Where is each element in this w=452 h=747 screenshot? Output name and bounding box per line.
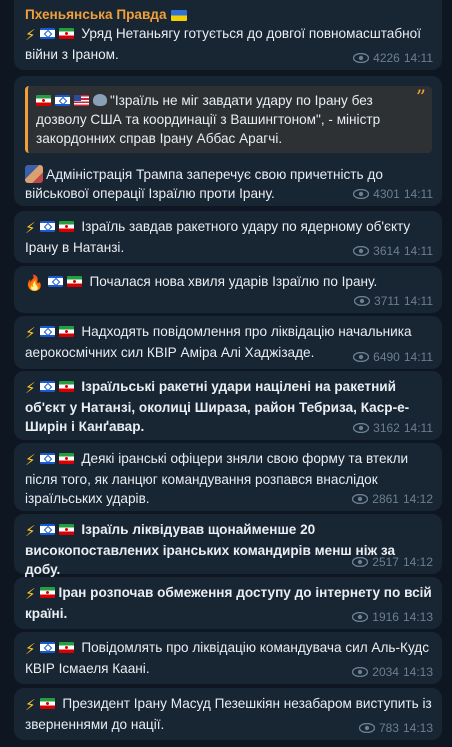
lightning-icon: ⚡ bbox=[25, 325, 36, 342]
israel-flag-icon bbox=[39, 28, 55, 39]
message-meta: 4226 14:11 bbox=[353, 51, 433, 65]
message-bubble[interactable]: 🔥 Почалася нова хвиля ударів Ізраїлю по … bbox=[14, 266, 442, 313]
message-meta: 2517 14:12 bbox=[352, 555, 433, 569]
iran-flag-icon bbox=[66, 276, 82, 287]
view-count: 1916 bbox=[372, 610, 399, 624]
eye-icon bbox=[354, 296, 371, 306]
eye-icon bbox=[352, 557, 369, 567]
eye-icon bbox=[358, 723, 375, 733]
view-count: 6490 bbox=[373, 350, 400, 364]
usa-flag-icon bbox=[74, 95, 89, 106]
lightning-icon: ⚡ bbox=[25, 641, 36, 658]
message-time: 14:11 bbox=[403, 51, 433, 65]
lightning-icon: ⚡ bbox=[25, 523, 36, 540]
message-meta: 2861 14:12 bbox=[352, 492, 433, 506]
message-meta: 783 14:13 bbox=[358, 721, 433, 735]
message-meta: 2034 14:13 bbox=[352, 665, 433, 679]
channel-name[interactable]: Пхеньянська Правда bbox=[25, 6, 432, 24]
view-count: 2517 bbox=[372, 555, 399, 569]
eye-icon bbox=[353, 352, 370, 362]
view-count: 2861 bbox=[372, 492, 399, 506]
lightning-icon: ⚡ bbox=[25, 27, 36, 44]
message-bubble[interactable]: ⚡ Іран розпочав обмеження доступу до інте… bbox=[14, 577, 442, 629]
quote-block: "Ізраїль не міг завдати удару по Ірану б… bbox=[25, 86, 432, 153]
message-time: 14:13 bbox=[402, 610, 433, 624]
eye-icon bbox=[352, 667, 369, 677]
lightning-icon: ⚡ bbox=[25, 220, 36, 237]
message-bubble[interactable]: ⚡ Ізраїль завдав ракетного удару по ядер… bbox=[14, 211, 442, 263]
iran-flag-icon bbox=[58, 381, 74, 392]
view-count: 3711 bbox=[374, 294, 400, 308]
iran-flag-icon bbox=[58, 524, 74, 535]
message-time: 14:11 bbox=[403, 350, 433, 364]
eye-icon bbox=[353, 53, 370, 63]
message-time: 14:11 bbox=[403, 187, 433, 201]
iran-flag-icon bbox=[58, 28, 74, 39]
message-bubble[interactable]: ⚡ Надходять повідомлення про ліквідацію … bbox=[14, 316, 442, 369]
view-count: 783 bbox=[378, 721, 399, 735]
view-count: 3162 bbox=[373, 421, 400, 435]
message-time: 14:11 bbox=[403, 244, 433, 258]
iran-flag-icon bbox=[58, 453, 74, 464]
iran-flag-icon bbox=[58, 221, 74, 232]
israel-flag-icon bbox=[39, 524, 55, 535]
message-bubble[interactable]: ⚡ Деякі іранські офіцери зняли свою форм… bbox=[14, 443, 442, 511]
message-bubble[interactable]: ⚡ Повідомлять про ліквідацію командувача… bbox=[14, 632, 442, 684]
lightning-icon: ⚡ bbox=[25, 452, 36, 469]
message-meta: 3711 14:11 bbox=[354, 294, 433, 308]
eye-icon bbox=[353, 189, 370, 199]
quote-icon: ” bbox=[415, 85, 426, 109]
speaking-head-icon bbox=[93, 94, 107, 106]
iran-flag-icon bbox=[39, 698, 55, 709]
israel-flag-icon bbox=[39, 221, 55, 232]
eye-icon bbox=[353, 246, 370, 256]
israel-flag-icon bbox=[55, 95, 70, 106]
message-feed: Пхеньянська Правда ⚡ Уряд Нетаньягу готу… bbox=[0, 0, 452, 747]
eye-icon bbox=[352, 612, 369, 622]
message-text: 🔥 Почалася нова хвиля ударів Ізраїлю по … bbox=[25, 274, 378, 292]
message-time: 14:13 bbox=[402, 665, 433, 679]
message-time: 14:11 bbox=[403, 294, 433, 308]
view-count: 3614 bbox=[373, 244, 400, 258]
message-time: 14:13 bbox=[402, 721, 433, 735]
fire-icon: 🔥 bbox=[25, 275, 44, 292]
message-meta: 3614 14:11 bbox=[353, 244, 433, 258]
message-bubble[interactable]: ⚡ Ізраїль ліквідував щонайменше 20 висок… bbox=[14, 514, 442, 577]
israel-flag-icon bbox=[39, 642, 55, 653]
israel-flag-icon bbox=[39, 326, 55, 337]
ukraine-flag-icon bbox=[170, 9, 187, 21]
lightning-icon: ⚡ bbox=[25, 586, 36, 603]
view-count: 4226 bbox=[373, 51, 400, 65]
message-time: 14:11 bbox=[403, 421, 433, 435]
israel-flag-icon bbox=[39, 453, 55, 464]
iran-flag-icon bbox=[58, 642, 74, 653]
israel-flag-icon bbox=[39, 381, 55, 392]
view-count: 2034 bbox=[372, 665, 399, 679]
message-bubble[interactable]: "Ізраїль не міг завдати удару по Ірану б… bbox=[14, 76, 442, 206]
message-time: 14:12 bbox=[402, 492, 433, 506]
eye-icon bbox=[353, 423, 370, 433]
message-bubble[interactable]: Пхеньянська Правда ⚡ Уряд Нетаньягу готу… bbox=[14, 0, 442, 70]
message-meta: 3162 14:11 bbox=[353, 421, 433, 435]
message-text: ⚡ Ізраїль ліквідував щонайменше 20 висок… bbox=[25, 522, 396, 577]
message-meta: 6490 14:11 bbox=[353, 350, 433, 364]
message-meta: 4301 14:11 bbox=[353, 187, 433, 201]
iran-flag-icon bbox=[58, 326, 74, 337]
eye-icon bbox=[352, 494, 369, 504]
message-meta: 1916 14:13 bbox=[352, 610, 433, 624]
trump-emoji-icon bbox=[25, 165, 43, 183]
view-count: 4301 bbox=[373, 187, 400, 201]
lightning-icon: ⚡ bbox=[25, 380, 36, 397]
message-time: 14:12 bbox=[402, 555, 433, 569]
iran-flag-icon bbox=[36, 95, 51, 106]
lightning-icon: ⚡ bbox=[25, 697, 36, 714]
israel-flag-icon bbox=[47, 276, 63, 287]
message-bubble[interactable]: ⚡ Президент Ірану Масуд Пезешкіян незаба… bbox=[14, 688, 442, 740]
iran-flag-icon bbox=[39, 587, 55, 598]
message-bubble[interactable]: ⚡ Ізраїльські ракетні удари націлені на … bbox=[14, 371, 442, 440]
